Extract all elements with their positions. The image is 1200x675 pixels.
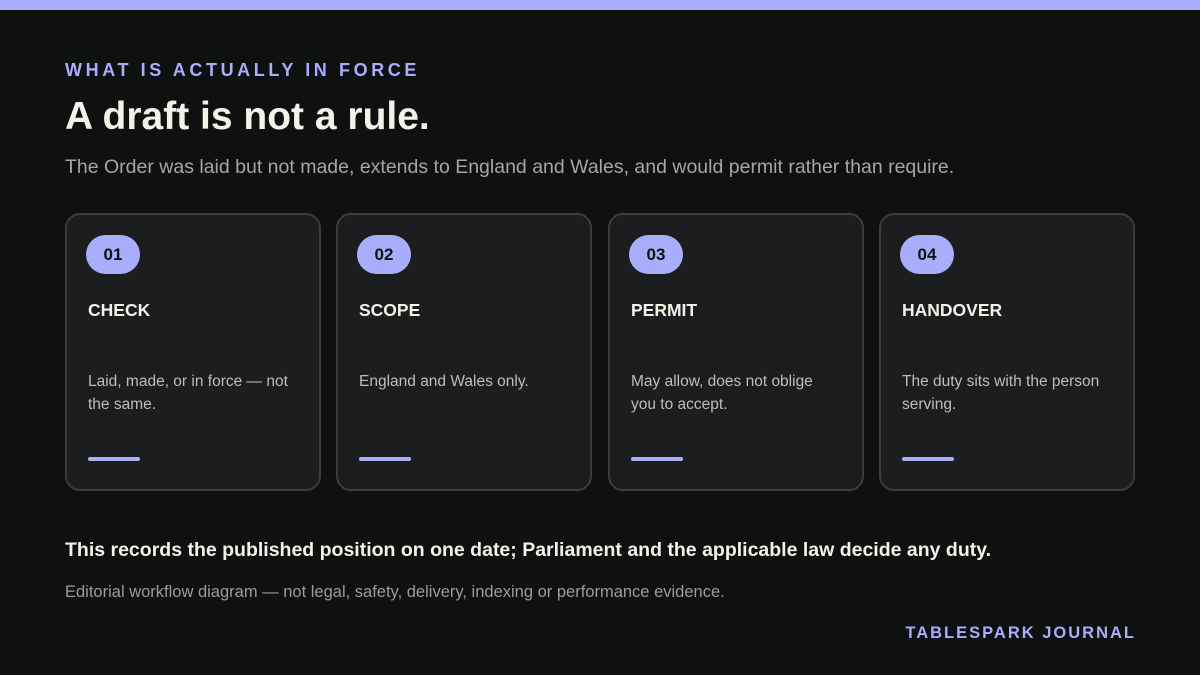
step-description: England and Wales only. xyxy=(359,373,529,390)
step-description: May allow, does not oblige you to accept… xyxy=(631,373,813,413)
step-card-scope: 02 SCOPE England and Wales only. xyxy=(336,213,592,491)
step-number-badge: 03 xyxy=(629,235,683,274)
step-accent-rule xyxy=(631,457,683,461)
step-description: The duty sits with the person serving. xyxy=(902,373,1100,413)
step-title: CHECK xyxy=(88,300,151,320)
step-title: HANDOVER xyxy=(902,300,1003,320)
step-accent-rule xyxy=(88,457,140,461)
step-number-badge: 02 xyxy=(357,235,411,274)
step-card-permit: 03 PERMIT May allow, does not oblige you… xyxy=(608,213,864,491)
top-accent-bar xyxy=(0,0,1200,10)
step-accent-rule xyxy=(902,457,954,461)
page: WHAT IS ACTUALLY IN FORCE A draft is not… xyxy=(0,0,1200,675)
step-number-badge: 04 xyxy=(900,235,954,274)
step-title: PERMIT xyxy=(631,300,698,320)
step-cards: 01 CHECK Laid, made, or in force — not t… xyxy=(65,213,1136,491)
summary-note: This records the published position on o… xyxy=(65,539,992,561)
page-title: A draft is not a rule. xyxy=(65,95,430,138)
step-number-badge: 01 xyxy=(86,235,140,274)
eyebrow: WHAT IS ACTUALLY IN FORCE xyxy=(65,60,420,80)
step-card-handover: 04 HANDOVER The duty sits with the perso… xyxy=(879,213,1135,491)
step-title: SCOPE xyxy=(359,300,421,320)
step-accent-rule xyxy=(359,457,411,461)
brand-wordmark: TABLESPARK JOURNAL xyxy=(905,624,1136,642)
step-card-check: 01 CHECK Laid, made, or in force — not t… xyxy=(65,213,321,491)
page-subtitle: The Order was laid but not made, extends… xyxy=(65,156,955,178)
step-description: Laid, made, or in force — not the same. xyxy=(88,373,288,413)
disclaimer: Editorial workflow diagram — not legal, … xyxy=(65,583,725,601)
